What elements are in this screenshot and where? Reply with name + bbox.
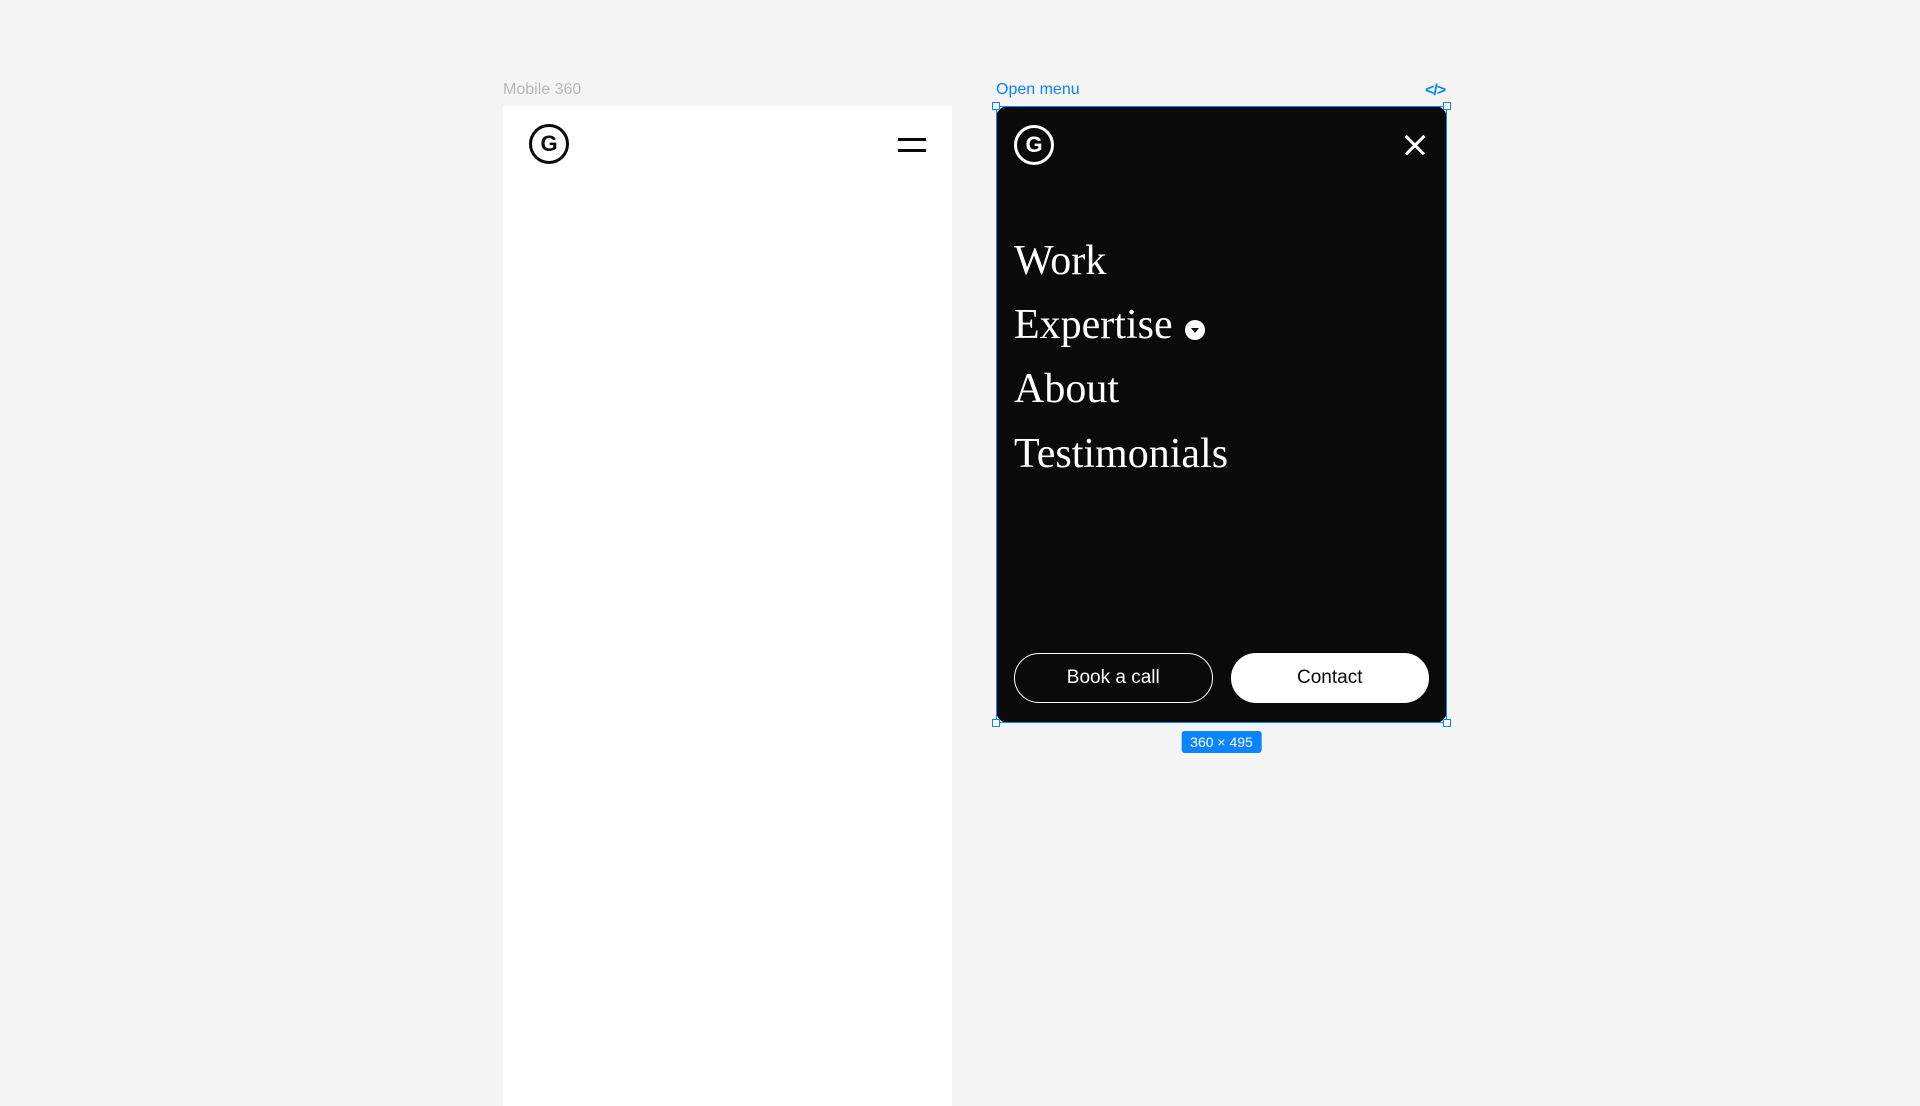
book-a-call-button[interactable]: Book a call [1014,653,1213,703]
menu-item-label: About [1014,366,1119,412]
resize-handle-tr[interactable] [1443,102,1451,110]
close-icon[interactable] [1401,131,1429,159]
brand-logo-icon[interactable]: G [529,124,569,164]
menu-item-work[interactable]: Work [1014,238,1429,284]
menu-item-label: Testimonials [1014,431,1228,477]
resize-handle-bl[interactable] [992,719,1000,727]
contact-button[interactable]: Contact [1231,653,1430,703]
selection-size-badge: 360 × 495 [1181,731,1262,753]
hamburger-icon[interactable] [898,135,926,153]
menu-item-testimonials[interactable]: Testimonials [1014,431,1429,477]
menu-item-label: Work [1014,238,1106,284]
frame-mobile-360[interactable]: G [503,106,952,1106]
menu-item-label: Expertise [1014,302,1173,348]
frame-label-mobile[interactable]: Mobile 360 [503,82,581,98]
brand-logo-icon[interactable]: G [1014,125,1054,165]
menu-items: Work Expertise About Testimonials [1014,238,1429,477]
menu-footer: Book a call Contact [1014,653,1429,703]
code-icon[interactable]: </> [1425,82,1445,100]
menu-item-expertise[interactable]: Expertise [1014,302,1429,348]
resize-handle-br[interactable] [1443,719,1451,727]
menu-item-about[interactable]: About [1014,366,1429,412]
chevron-down-icon[interactable] [1185,320,1205,340]
menu-topbar: G [1014,124,1429,166]
menu-surface: G Work Expertise About Testimonials Book… [996,106,1447,723]
frame-open-menu[interactable]: G Work Expertise About Testimonials Book… [996,106,1447,723]
mobile-topbar: G [503,106,952,182]
frame-label-open-menu[interactable]: Open menu [996,82,1080,98]
